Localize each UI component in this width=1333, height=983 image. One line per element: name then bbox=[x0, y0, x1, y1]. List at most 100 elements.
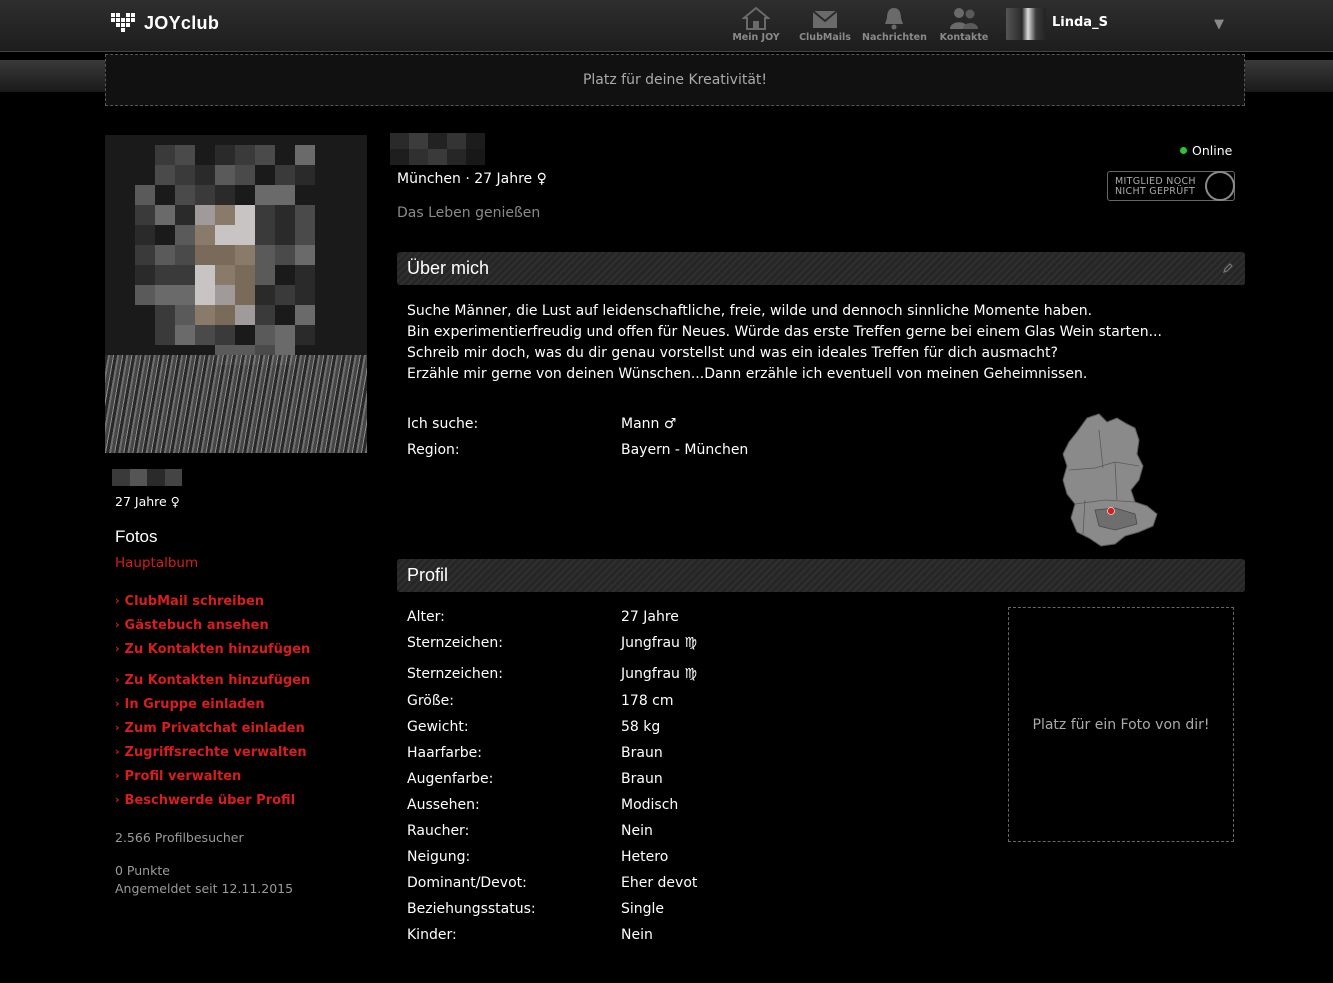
creativity-banner[interactable]: Platz für deine Kreativität! bbox=[105, 54, 1245, 106]
photo-pixel bbox=[215, 325, 235, 345]
photo-pixel bbox=[155, 265, 175, 285]
nav-label: Mein JOY bbox=[732, 32, 780, 43]
verification-badge[interactable]: MITGLIED NOCH NICHT GEPRÜFT bbox=[1107, 171, 1235, 201]
photo-pixel bbox=[175, 185, 195, 205]
photo-pixel bbox=[175, 285, 195, 305]
detail-value: Nein bbox=[621, 823, 653, 839]
photo-pixel bbox=[195, 245, 215, 265]
photo-pixel bbox=[255, 305, 275, 325]
location-age: München · 27 Jahre ♀ bbox=[397, 171, 547, 187]
banner-text: Platz für deine Kreativität! bbox=[582, 72, 768, 88]
detail-value: Braun bbox=[621, 771, 663, 787]
edit-pencil-icon[interactable] bbox=[1223, 263, 1233, 273]
photo-pixel bbox=[255, 245, 275, 265]
nav-kontakte[interactable]: Kontakte bbox=[932, 6, 996, 43]
action-privatchat[interactable]: Zum Privatchat einladen bbox=[115, 721, 305, 736]
photo-pixel bbox=[275, 325, 295, 345]
photo-pixel bbox=[155, 245, 175, 265]
detail-label: Augenfarbe: bbox=[407, 771, 494, 787]
photo-pixel bbox=[275, 165, 295, 185]
mail-icon bbox=[812, 10, 838, 28]
photo-pixel bbox=[175, 245, 195, 265]
photo-pixel bbox=[175, 305, 195, 325]
nav-clubmails[interactable]: ClubMails bbox=[793, 6, 857, 43]
photo-pixel bbox=[235, 305, 255, 325]
action-add-contact[interactable]: Zu Kontakten hinzufügen bbox=[115, 642, 311, 657]
user-name: Linda_S bbox=[1052, 15, 1108, 30]
photo-pixel bbox=[235, 245, 255, 265]
photo-pixel bbox=[135, 245, 155, 265]
photo-pixel bbox=[155, 205, 175, 225]
about-section-header: Über mich bbox=[397, 252, 1245, 285]
photo-pixel bbox=[255, 265, 275, 285]
photo-pixel bbox=[175, 205, 195, 225]
photo-pixel bbox=[175, 165, 195, 185]
photo-pixel bbox=[175, 325, 195, 345]
home-icon bbox=[742, 6, 770, 30]
detail-label: Beziehungsstatus: bbox=[407, 901, 536, 917]
add-photo-placeholder[interactable]: Platz für ein Foto von dir! bbox=[1008, 607, 1234, 842]
action-clubmail[interactable]: ClubMail schreiben bbox=[115, 594, 264, 609]
photo-pixel bbox=[155, 225, 175, 245]
detail-value: 58 kg bbox=[621, 719, 661, 735]
heart-logo-icon bbox=[111, 13, 135, 32]
nav-mein-joy[interactable]: Mein JOY bbox=[724, 6, 788, 43]
action-manage-profile[interactable]: Profil verwalten bbox=[115, 769, 242, 784]
detail-label: Größe: bbox=[407, 693, 455, 709]
photo-pixel bbox=[195, 325, 215, 345]
chevron-down-icon[interactable]: ▼ bbox=[1214, 17, 1224, 32]
action-invite-group[interactable]: In Gruppe einladen bbox=[115, 697, 265, 712]
user-menu[interactable]: Linda_S bbox=[1006, 8, 1108, 40]
photo-pixel bbox=[275, 305, 295, 325]
region-value: Bayern - München bbox=[621, 442, 749, 458]
region-label: Region: bbox=[407, 442, 460, 458]
about-title: Über mich bbox=[407, 258, 490, 278]
photo-pixel bbox=[195, 265, 215, 285]
detail-label: Sternzeichen: bbox=[407, 635, 503, 651]
photo-pixel bbox=[135, 185, 155, 205]
action-guestbook[interactable]: Gästebuch ansehen bbox=[115, 618, 269, 633]
joyclub-logo[interactable]: JOYclub bbox=[110, 12, 219, 34]
detail-value: Single bbox=[621, 901, 665, 917]
action-add-contact[interactable]: Zu Kontakten hinzufügen bbox=[115, 673, 311, 688]
about-line: Erzähle mir gerne von deinen Wünschen...… bbox=[407, 366, 1088, 382]
profile-section-header: Profil bbox=[397, 559, 1245, 592]
visitor-count: 2.566 Profilbesucher bbox=[115, 830, 244, 845]
registered-since: Angemeldet seit 12.11.2015 bbox=[115, 881, 294, 896]
hauptalbum-link[interactable]: Hauptalbum bbox=[115, 555, 198, 571]
photo-pixel bbox=[275, 205, 295, 225]
nav-nachrichten[interactable]: Nachrichten bbox=[862, 6, 927, 43]
photo-pixel bbox=[135, 205, 155, 225]
detail-value: Modisch bbox=[621, 797, 679, 813]
photo-pixel bbox=[275, 145, 295, 165]
photo-pixel bbox=[135, 285, 155, 305]
detail-label: Haarfarbe: bbox=[407, 745, 482, 761]
profile-photo[interactable] bbox=[105, 135, 367, 453]
photo-pixel bbox=[255, 225, 275, 245]
profile-name-blurred bbox=[390, 133, 485, 165]
photo-pixel bbox=[235, 145, 255, 165]
photo-pixel bbox=[195, 205, 215, 225]
photo-pixel bbox=[255, 185, 275, 205]
about-text: Suche Männer, die Lust auf leidenschaftl… bbox=[407, 301, 1162, 385]
profile-motto: Das Leben genießen bbox=[397, 205, 541, 221]
photo-pixel bbox=[155, 145, 175, 165]
photo-pixel bbox=[155, 285, 175, 305]
logo-text: JOYclub bbox=[144, 12, 220, 33]
photo-slot-text: Platz für ein Foto von dir! bbox=[1032, 716, 1210, 733]
detail-value: 178 cm bbox=[621, 693, 674, 709]
about-line: Suche Männer, die Lust auf leidenschaftl… bbox=[407, 303, 1093, 319]
action-access-rights[interactable]: Zugriffsrechte verwalten bbox=[115, 745, 307, 760]
verification-circle-icon bbox=[1205, 171, 1235, 201]
photo-pixel bbox=[255, 165, 275, 185]
photo-pixel bbox=[275, 185, 295, 205]
detail-value: Eher devot bbox=[621, 875, 698, 891]
detail-value: Hetero bbox=[621, 849, 669, 865]
action-report-profile[interactable]: Beschwerde über Profil bbox=[115, 793, 296, 808]
photo-pixel bbox=[235, 285, 255, 305]
photo-pixel bbox=[235, 185, 255, 205]
detail-value: 27 Jahre bbox=[621, 609, 679, 625]
photo-pixel bbox=[255, 325, 275, 345]
photo-pixel bbox=[215, 185, 235, 205]
search-label: Ich suche: bbox=[407, 416, 479, 432]
